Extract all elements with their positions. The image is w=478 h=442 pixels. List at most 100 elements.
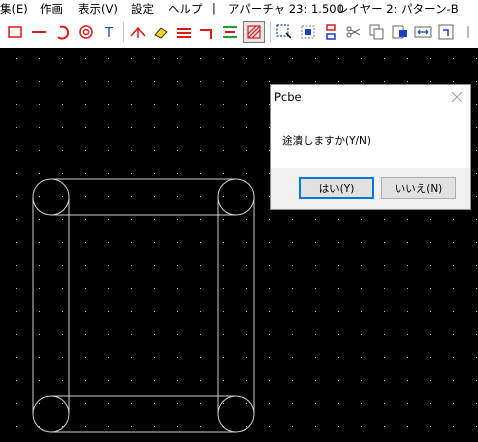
grid-dot bbox=[85, 196, 86, 197]
grid-dot bbox=[177, 219, 178, 220]
junction-tool-button[interactable] bbox=[127, 21, 149, 43]
grid-dot bbox=[246, 104, 247, 105]
grid-dot bbox=[62, 357, 63, 358]
grid-dot bbox=[315, 334, 316, 335]
grid-dot bbox=[200, 104, 201, 105]
grid-dot bbox=[384, 403, 385, 404]
grid-dot bbox=[108, 58, 109, 59]
grid-dot bbox=[108, 242, 109, 243]
yes-button[interactable]: はい(Y) bbox=[299, 177, 374, 199]
grid-dot bbox=[154, 334, 155, 335]
dialog-close-button[interactable] bbox=[449, 89, 465, 105]
corner-tool-button[interactable] bbox=[196, 21, 218, 43]
grid-dot bbox=[154, 403, 155, 404]
grid-dot bbox=[315, 380, 316, 381]
grid-dot bbox=[131, 219, 132, 220]
grid-dot bbox=[39, 403, 40, 404]
grid-dot bbox=[476, 81, 477, 82]
stretch-button[interactable] bbox=[412, 21, 434, 43]
grid-dot bbox=[384, 311, 385, 312]
rectangle-tool-button[interactable] bbox=[4, 21, 26, 43]
arc-tool-button[interactable] bbox=[52, 21, 74, 43]
grid-dot bbox=[476, 58, 477, 59]
circle-tool-button[interactable] bbox=[75, 21, 97, 43]
grid-dot bbox=[246, 196, 247, 197]
grid-dot bbox=[131, 426, 132, 427]
grid-dot bbox=[269, 357, 270, 358]
grid-dot bbox=[430, 334, 431, 335]
hatch-fill-tool-button[interactable] bbox=[243, 21, 265, 43]
mirror-button[interactable] bbox=[320, 21, 342, 43]
grid-dot bbox=[269, 81, 270, 82]
grid-dot bbox=[315, 311, 316, 312]
grid-dot bbox=[200, 311, 201, 312]
grid-dot bbox=[16, 242, 17, 243]
grid-dot bbox=[108, 403, 109, 404]
grid-dot bbox=[361, 357, 362, 358]
grid-dot bbox=[407, 288, 408, 289]
select-area-button[interactable] bbox=[273, 21, 295, 43]
grid-dot bbox=[131, 150, 132, 151]
grid-dot bbox=[361, 219, 362, 220]
grid-dot bbox=[476, 426, 477, 427]
copy-button[interactable] bbox=[366, 21, 388, 43]
paste-button[interactable] bbox=[389, 21, 411, 43]
menu-view[interactable]: 表示(V) bbox=[78, 1, 118, 17]
menu-draw[interactable]: 作画 bbox=[40, 1, 63, 17]
confirm-dialog: Pcbe 途潰しますか(Y/N) はい(Y) いいえ(N) bbox=[270, 84, 471, 210]
grid-dot bbox=[16, 426, 17, 427]
grid-dot bbox=[384, 81, 385, 82]
grid-dot bbox=[407, 81, 408, 82]
menu-help[interactable]: ヘルプ bbox=[168, 1, 203, 17]
rotate-button[interactable] bbox=[435, 21, 457, 43]
grid-dot bbox=[430, 403, 431, 404]
grid-dot bbox=[62, 150, 63, 151]
copy-icon bbox=[369, 24, 384, 40]
grid-dot bbox=[476, 150, 477, 151]
grid-dot bbox=[62, 288, 63, 289]
pad-bottom-right bbox=[217, 395, 255, 433]
grid-dot bbox=[16, 219, 17, 220]
grid-dot bbox=[154, 173, 155, 174]
grid-dot bbox=[453, 81, 454, 82]
parallel-lines-tool-button[interactable] bbox=[173, 21, 195, 43]
grid-dot bbox=[361, 426, 362, 427]
grid-dot bbox=[62, 265, 63, 266]
grid-dot bbox=[131, 104, 132, 105]
grid-dot bbox=[407, 380, 408, 381]
grid-dot bbox=[131, 311, 132, 312]
no-button[interactable]: いいえ(N) bbox=[381, 177, 456, 199]
grid-dot bbox=[453, 357, 454, 358]
grid-dot bbox=[85, 288, 86, 289]
align-tool-button[interactable] bbox=[219, 21, 241, 43]
text-tool-button[interactable]: T bbox=[98, 21, 120, 43]
grid-dot bbox=[16, 288, 17, 289]
grid-dot bbox=[223, 242, 224, 243]
grid-dot bbox=[384, 219, 385, 220]
line-tool-button[interactable] bbox=[28, 21, 50, 43]
grid-dot bbox=[200, 127, 201, 128]
grid-dot bbox=[154, 311, 155, 312]
grid-dot bbox=[407, 426, 408, 427]
grid-dot bbox=[223, 334, 224, 335]
grid-dot bbox=[246, 58, 247, 59]
grid-dot bbox=[476, 334, 477, 335]
menu-edit[interactable]: 集(E) bbox=[0, 1, 28, 17]
cut-button[interactable] bbox=[343, 21, 365, 43]
grid-dot bbox=[131, 380, 132, 381]
svg-text:T: T bbox=[104, 26, 113, 41]
grid-dot bbox=[154, 58, 155, 59]
move-button[interactable] bbox=[297, 21, 319, 43]
grid-dot bbox=[108, 426, 109, 427]
parallel-lines-tool-icon bbox=[177, 28, 191, 38]
grid-dot bbox=[223, 311, 224, 312]
grid-dot bbox=[315, 219, 316, 220]
grid-dot bbox=[131, 403, 132, 404]
rotate-icon bbox=[438, 24, 454, 40]
eraser-tool-button[interactable] bbox=[150, 21, 172, 43]
grid-dot bbox=[108, 196, 109, 197]
more-tools-button[interactable] bbox=[459, 21, 478, 43]
grid-dot bbox=[39, 81, 40, 82]
menu-settings[interactable]: 設定 bbox=[131, 1, 154, 17]
grid-dot bbox=[16, 311, 17, 312]
